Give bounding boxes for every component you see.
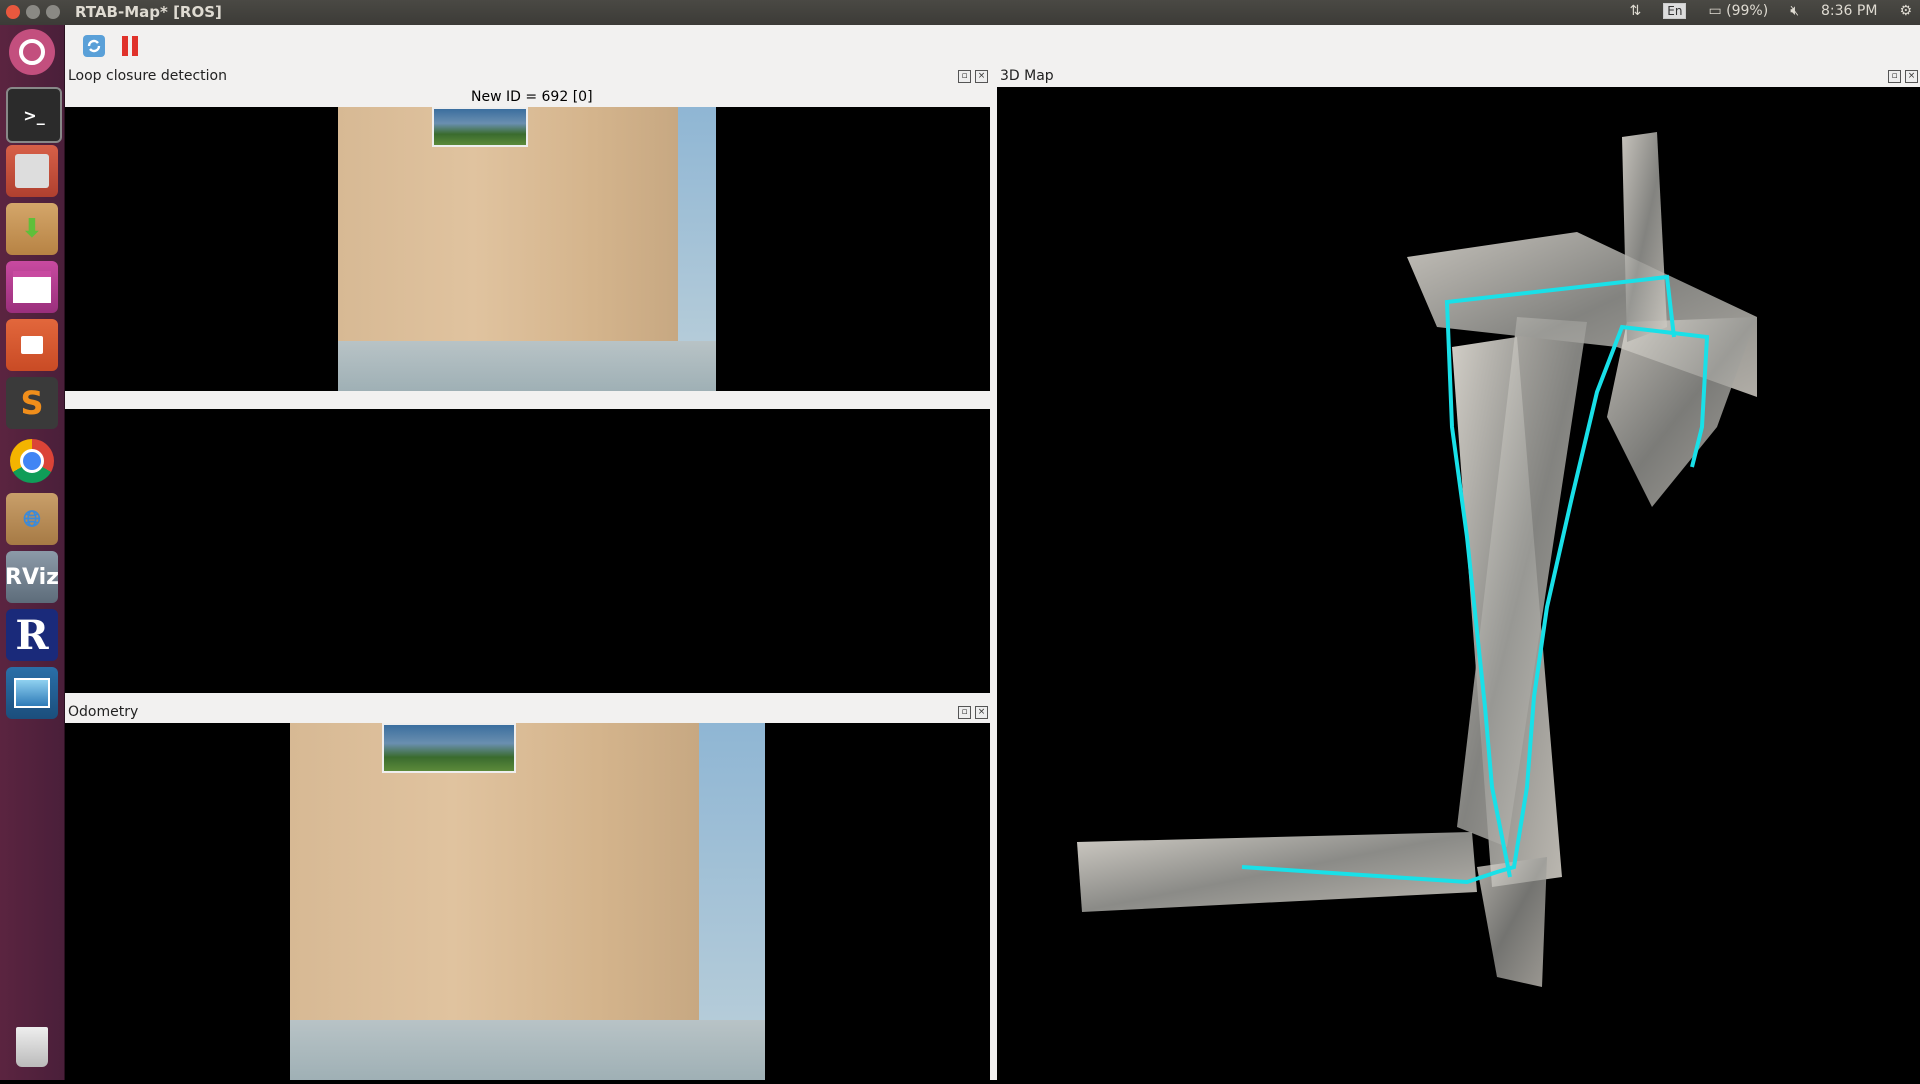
point-cloud-segment — [1607, 317, 1757, 507]
float-panel-icon[interactable]: ▫ — [958, 706, 971, 719]
odometry-title: Odometry — [68, 704, 139, 720]
trash-icon[interactable] — [6, 1021, 58, 1073]
map3d-panel-title: 3D Map — [997, 65, 1920, 87]
software-install-icon[interactable]: ⬇ — [6, 203, 58, 255]
terminal-icon[interactable]: >_ — [6, 87, 62, 143]
vertical-splitter[interactable] — [990, 65, 997, 1080]
pause-icon[interactable] — [117, 33, 143, 59]
file-cabinet-icon[interactable] — [6, 145, 58, 197]
keyboard-indicator[interactable]: En — [1663, 3, 1687, 19]
gear-icon[interactable]: ⚙ — [1899, 3, 1912, 19]
sublime-text-icon[interactable]: S — [6, 377, 58, 429]
map3d-title: 3D Map — [1000, 68, 1054, 84]
clock[interactable]: 8:36 PM — [1821, 3, 1877, 19]
map3d-view[interactable] — [997, 87, 1920, 1080]
loop-closure-panel-title: Loop closure detection — [65, 65, 990, 87]
loop-closure-match-view[interactable] — [65, 409, 990, 693]
maximize-window-icon[interactable] — [46, 5, 60, 19]
close-panel-icon[interactable]: × — [975, 706, 988, 719]
ubuntu-dash-icon[interactable] — [9, 29, 55, 75]
network-icon[interactable]: ⇅ — [1630, 3, 1642, 19]
point-cloud-segment — [1622, 132, 1667, 342]
loop-closure-title: Loop closure detection — [68, 68, 227, 84]
main-toolbar — [65, 25, 1920, 68]
odometry-image — [290, 723, 765, 1080]
odometry-separator — [65, 693, 990, 701]
image-viewer-icon[interactable] — [6, 667, 58, 719]
window-app-icon[interactable] — [6, 261, 58, 313]
battery-icon: ▭ — [1708, 3, 1722, 19]
close-window-icon[interactable] — [6, 5, 20, 19]
close-panel-icon[interactable]: × — [975, 70, 988, 83]
panel-separator — [65, 391, 990, 409]
odometry-panel-title: Odometry — [65, 701, 990, 723]
launcher: >_ ⬇ S 🌐︎ RViz R — [0, 25, 65, 1080]
files-icon[interactable] — [6, 319, 58, 371]
minimize-window-icon[interactable] — [26, 5, 40, 19]
float-panel-icon[interactable]: ▫ — [958, 70, 971, 83]
floor-region — [338, 341, 716, 391]
point-cloud-map — [1077, 132, 1757, 987]
refresh-icon[interactable] — [81, 33, 107, 59]
close-panel-icon[interactable]: × — [1905, 70, 1918, 83]
loop-closure-image — [338, 107, 716, 391]
indicator-area: ⇅ En ▭ (99%) 🔇︎ 8:36 PM ⚙ — [1630, 3, 1912, 19]
window-title: RTAB-Map* [ROS] — [75, 3, 222, 21]
volume-muted-icon[interactable]: 🔇︎ — [1790, 3, 1799, 19]
poster-image — [382, 723, 516, 773]
float-panel-icon[interactable]: ▫ — [1888, 70, 1901, 83]
top-panel: RTAB-Map* [ROS] ⇅ En ▭ (99%) 🔇︎ 8:36 PM … — [0, 0, 1920, 25]
window-controls — [6, 5, 60, 19]
chrome-icon[interactable] — [6, 435, 58, 487]
floor-region — [290, 1020, 765, 1080]
rtabmap-icon[interactable]: R — [6, 609, 58, 661]
battery-percent: (99%) — [1726, 3, 1769, 19]
new-id-label: New ID = 692 [0] — [471, 89, 593, 105]
rviz-icon[interactable]: RViz — [5, 551, 59, 603]
poster-image — [432, 107, 528, 147]
point-cloud-segment — [1077, 832, 1477, 912]
battery-indicator[interactable]: ▭ (99%) — [1708, 3, 1768, 19]
web-archive-icon[interactable]: 🌐︎ — [6, 493, 58, 545]
